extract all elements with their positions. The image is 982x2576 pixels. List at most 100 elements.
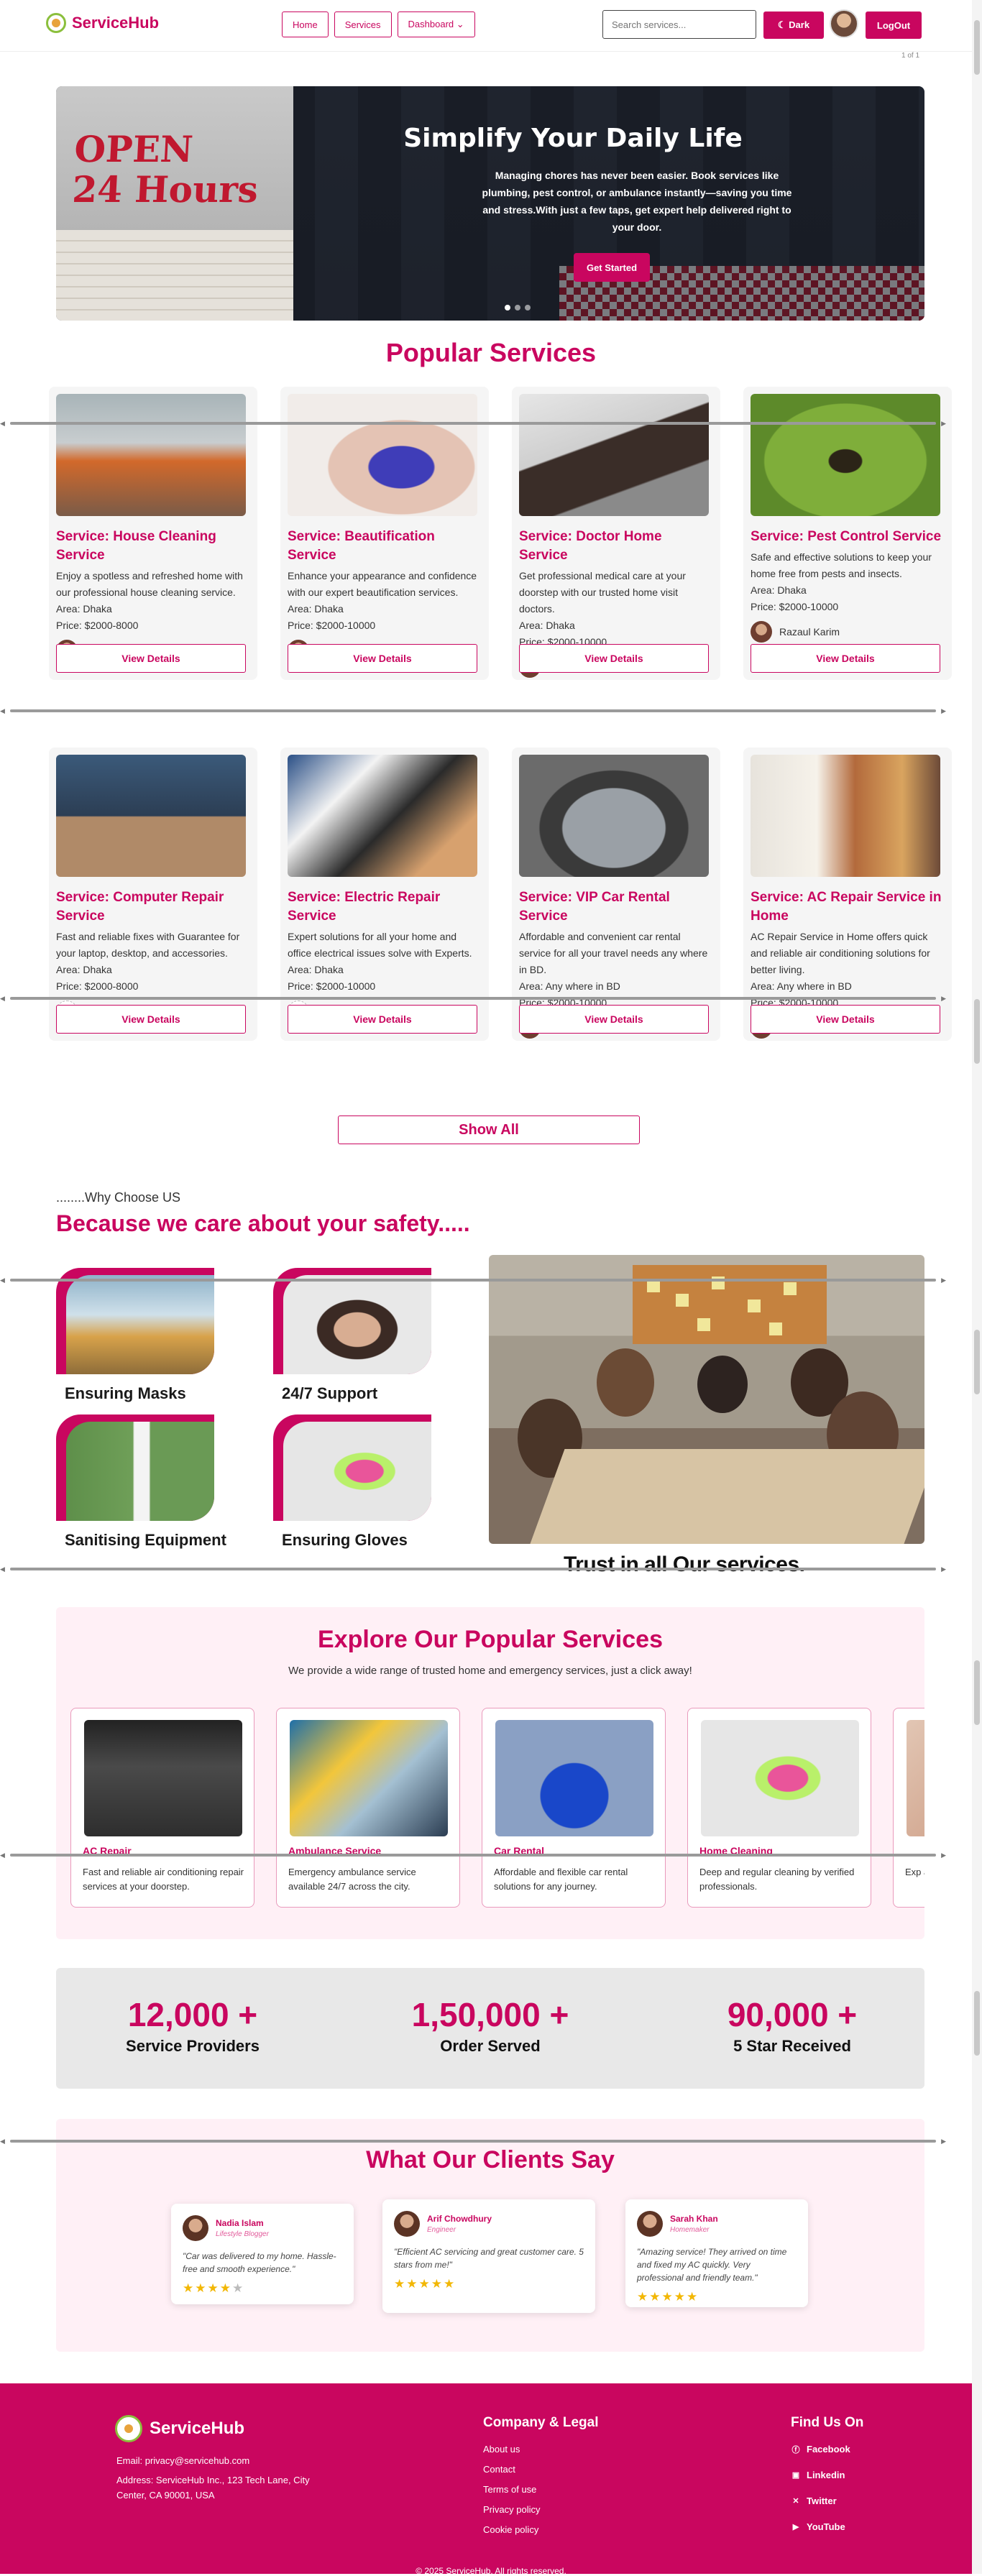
service-price: Price: $2000-10000 [288, 980, 376, 992]
gloves-image [283, 1422, 431, 1521]
horizontal-scrollbar[interactable]: ◀ ▶ [0, 1852, 946, 1859]
service-description: Expert solutions for all your home and o… [288, 931, 472, 959]
stat-label: Order Served [440, 2037, 541, 2055]
social-facebook[interactable]: ⓕ Facebook [791, 2444, 850, 2455]
service-title: Service: Beautification Service [288, 529, 435, 563]
carousel-dot[interactable] [505, 305, 510, 310]
feature-label: Sanitising Equipment [65, 1531, 226, 1549]
view-details-button[interactable]: View Details [751, 1005, 940, 1034]
testimonial-card: Sarah Khan Homemaker "Amazing service! The… [625, 2199, 808, 2307]
stat-providers: 12,000 + Service Providers [78, 1995, 308, 2056]
footer-link-terms[interactable]: Terms of use [483, 2484, 536, 2495]
horizontal-scrollbar[interactable]: ◀ ▶ [0, 420, 946, 427]
explore-subtitle: We provide a wide range of trusted home … [288, 1665, 692, 1677]
view-details-button[interactable]: View Details [288, 644, 477, 673]
feature-support [273, 1268, 431, 1374]
footer-brand[interactable]: ServiceHub [115, 2415, 244, 2442]
client-quote: "Amazing service! They arrived on time a… [637, 2247, 787, 2283]
star-rating: ★★★★★ [183, 2281, 245, 2295]
trust-text: Trust in all Our services. [564, 1552, 805, 1576]
carousel-dot[interactable] [525, 305, 531, 310]
brand[interactable]: ServiceHub [46, 13, 159, 33]
client-avatar [394, 2211, 420, 2237]
horizontal-scrollbar[interactable]: ◀ ▶ [0, 995, 946, 1002]
service-image [288, 394, 477, 516]
nav-links: Home Services Dashboard ⌄ [282, 12, 475, 37]
service-card: Service: House Cleaning Service Enjoy a s… [49, 387, 257, 680]
explore-image [84, 1720, 242, 1836]
star-rating: ★★★★★ [637, 2290, 699, 2304]
service-description: Affordable and convenient car rental ser… [519, 931, 708, 975]
view-details-button[interactable]: View Details [56, 644, 246, 673]
view-details-button[interactable]: View Details [56, 1005, 246, 1034]
view-details-button[interactable]: View Details [519, 1005, 709, 1034]
client-quote: "Car was delivered to my home. Hassle-fr… [183, 2251, 336, 2274]
social-twitter[interactable]: ✕ Twitter [791, 2496, 836, 2506]
stat-number: 1,50,000 + [411, 1996, 569, 2033]
service-title: Service: Pest Control Service [751, 529, 942, 544]
explore-card[interactable]: Ambulance Service Emergency ambulance ser… [276, 1708, 460, 1908]
nav-services-button[interactable]: Services [334, 12, 392, 37]
service-price: Price: $2000-10000 [288, 620, 376, 631]
footer-address: Address: ServiceHub Inc., 123 Tech Lane,… [116, 2475, 310, 2501]
footer-brand-name: ServiceHub [150, 2419, 245, 2438]
explore-card-desc: Fast and reliable air conditioning repai… [83, 1867, 244, 1892]
dark-label: Dark [789, 19, 810, 30]
service-description: Fast and reliable fixes with Guarantee f… [56, 931, 240, 959]
legal-title: Company & Legal [483, 2415, 599, 2430]
feature-sanitising [56, 1414, 214, 1521]
explore-card[interactable]: Exp and [893, 1708, 924, 1908]
testimonial-card: Arif Chowdhury Engineer "Efficient AC serv… [382, 2199, 595, 2313]
dark-mode-toggle[interactable]: ☾ Dark [763, 12, 824, 39]
footer-link-cookie[interactable]: Cookie policy [483, 2524, 538, 2535]
horizontal-scrollbar[interactable]: ◀ ▶ [0, 707, 946, 714]
explore-image [495, 1720, 653, 1836]
feature-gloves [273, 1414, 431, 1521]
service-area: Area: Dhaka [751, 584, 807, 596]
service-area: Area: Dhaka [56, 603, 112, 615]
explore-card[interactable]: AC Repair Fast and reliable air condition… [70, 1708, 254, 1908]
view-details-button[interactable]: View Details [288, 1005, 477, 1034]
service-description: Enjoy a spotless and refreshed home with… [56, 570, 243, 598]
social-linkedin[interactable]: ▣ Linkedin [791, 2470, 845, 2480]
service-price: Price: $2000-8000 [56, 980, 139, 992]
user-avatar[interactable] [830, 9, 858, 38]
footer-link-privacy[interactable]: Privacy policy [483, 2504, 540, 2515]
team-meeting-image [489, 1255, 924, 1544]
hero-title: Simplify Your Daily Life [403, 124, 743, 153]
service-description: AC Repair Service in Home offers quick a… [751, 931, 930, 975]
horizontal-scrollbar[interactable]: ◀ ▶ [0, 1565, 946, 1573]
footer-link-about[interactable]: About us [483, 2444, 520, 2455]
explore-card[interactable]: Home Cleaning Deep and regular cleaning b… [687, 1708, 871, 1908]
search-input[interactable] [602, 10, 756, 39]
show-all-button[interactable]: Show All [338, 1116, 640, 1144]
explore-card[interactable]: Car Rental Affordable and flexible car re… [482, 1708, 666, 1908]
nav-home-button[interactable]: Home [282, 12, 329, 37]
client-name: Nadia Islam [216, 2218, 264, 2228]
nav-dashboard-dropdown[interactable]: Dashboard ⌄ [397, 12, 475, 37]
explore-image [290, 1720, 448, 1836]
masks-image [66, 1275, 214, 1374]
explore-card-desc: Deep and regular cleaning by verified pr… [699, 1867, 855, 1892]
view-details-button[interactable]: View Details [519, 644, 709, 673]
footer-link-contact[interactable]: Contact [483, 2464, 515, 2475]
social-label: YouTube [807, 2521, 845, 2532]
vertical-scrollbar[interactable] [972, 0, 982, 2574]
meeting-table [528, 1449, 924, 1544]
get-started-button[interactable]: Get Started [574, 253, 650, 282]
logout-button[interactable]: LogOut [866, 12, 922, 39]
view-details-button[interactable]: View Details [751, 644, 940, 673]
chevron-down-icon: ⌄ [456, 19, 464, 29]
client-avatar [183, 2215, 208, 2241]
service-title: Service: Doctor Home Service [519, 529, 662, 563]
stat-stars: 90,000 + 5 Star Received [677, 1995, 907, 2056]
carousel-dot[interactable] [515, 305, 520, 310]
horizontal-scrollbar[interactable]: ◀ ▶ [0, 1276, 946, 1284]
service-area: Area: Dhaka [288, 603, 344, 615]
social-youtube[interactable]: ▶ YouTube [791, 2521, 845, 2532]
open-sign-line2: 24 Hours [71, 168, 260, 211]
x-twitter-icon: ✕ [792, 2497, 799, 2506]
linkedin-icon: ▣ [791, 2471, 800, 2480]
why-title: Because we care about your safety..... [56, 1210, 470, 1236]
horizontal-scrollbar[interactable]: ◀ ▶ [0, 2138, 946, 2145]
